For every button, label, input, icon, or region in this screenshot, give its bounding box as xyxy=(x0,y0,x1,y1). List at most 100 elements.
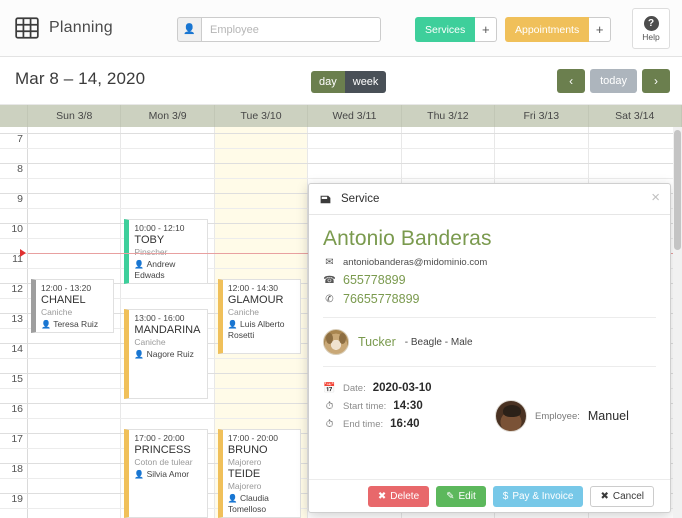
event-pet-breed: Coton de tulear xyxy=(134,457,193,467)
service-icon xyxy=(319,193,332,206)
event-pet-name: TOBY xyxy=(134,234,165,246)
event-pet-breed: Caniche xyxy=(227,307,260,317)
appointments-button[interactable]: Appointments xyxy=(505,17,590,42)
start-time-label: Start time: xyxy=(343,400,387,412)
nav-group: ‹ today › xyxy=(557,69,670,93)
hour-label-7: 7 xyxy=(17,133,23,145)
time-gutter-header xyxy=(0,105,28,127)
user-icon: 👤 xyxy=(41,320,54,329)
popup-footer: ✖ Delete ✎ Edit $ Pay & Invoice ✖ Cancel xyxy=(309,479,670,512)
day-header-6[interactable]: Sat 3/14 xyxy=(589,105,682,127)
button-label: Cancel xyxy=(612,490,644,502)
dog-avatar-icon xyxy=(323,329,349,355)
calendar-event[interactable]: 10:00 - 12:10 TOBY Pinscher 👤 Andrew Edwads xyxy=(124,219,208,284)
today-button[interactable]: today xyxy=(590,69,637,93)
hour-label-8: 8 xyxy=(17,163,23,175)
popup-title: Service xyxy=(341,193,380,205)
employee-avatar xyxy=(495,400,527,432)
hour-label-13: 13 xyxy=(11,313,23,325)
tab-day-view[interactable]: day xyxy=(311,71,345,93)
close-icon[interactable]: × xyxy=(651,190,660,205)
user-icon: 👤 xyxy=(227,320,241,329)
calendar-event[interactable]: 12:00 - 14:30 GLAMOUR Caniche 👤 Luis Albert… xyxy=(217,279,302,354)
customer-email: antoniobanderas@midominio.com xyxy=(343,257,488,268)
add-service-button[interactable]: + xyxy=(475,17,498,42)
button-label: Delete xyxy=(390,490,420,502)
employee-label: Employee: xyxy=(535,410,580,422)
phone-icon: ☎ xyxy=(323,274,336,286)
cancel-button[interactable]: ✖ Cancel xyxy=(590,485,654,507)
scrollbar-thumb[interactable] xyxy=(674,130,681,250)
grid-line xyxy=(0,163,682,164)
delete-button[interactable]: ✖ Delete xyxy=(367,485,430,507)
event-pet-name: MANDARINA xyxy=(134,324,201,336)
event-time: 17:00 - 20:00 xyxy=(134,433,185,443)
employee-input[interactable] xyxy=(201,17,381,42)
tab-week-view[interactable]: week xyxy=(344,71,387,93)
button-icon: $ xyxy=(502,490,509,502)
customer-phone-row: ☎ 655778899 xyxy=(323,273,656,287)
services-button[interactable]: Services xyxy=(415,17,476,42)
end-time-label: End time: xyxy=(343,418,384,430)
top-bar: Planning 👤 Services + Appointments + ? H… xyxy=(0,0,682,57)
event-pet-breed-2: Majorero xyxy=(227,481,262,491)
button-label: Edit xyxy=(458,490,476,502)
event-pet-breed: Majorero xyxy=(227,457,262,467)
day-header-0[interactable]: Sun 3/8 xyxy=(28,105,122,127)
event-pet-name: BRUNO xyxy=(227,444,268,456)
divider-bottom xyxy=(323,366,656,367)
hour-label-14: 14 xyxy=(11,343,23,355)
question-mark-icon: ? xyxy=(643,15,659,31)
calendar-icon: 📅 xyxy=(323,382,336,394)
grid-icon xyxy=(14,15,40,41)
whatsapp-icon: ✆ xyxy=(325,293,334,305)
clock-icon: ⏱ xyxy=(325,400,334,412)
button-icon: ✖ xyxy=(377,490,387,502)
day-header-3[interactable]: Wed 3/11 xyxy=(308,105,402,127)
clock-icon: ⏱ xyxy=(325,418,334,430)
user-icon: 👤 xyxy=(177,17,201,42)
event-employee: 👤 Silvia Amor xyxy=(134,469,190,479)
prev-week-button[interactable]: ‹ xyxy=(557,69,586,93)
appointment-details: 📅 Date: 2020-03-10 ⏱ Start time: 14:30 ⏱… xyxy=(323,382,656,436)
employee-value: Manuel xyxy=(587,409,629,423)
day-header-1[interactable]: Mon 3/9 xyxy=(121,105,215,127)
end-time-row: ⏱ End time: 16:40 xyxy=(323,418,495,430)
next-week-button[interactable]: › xyxy=(642,69,670,93)
help-button[interactable]: ? Help xyxy=(632,8,670,49)
calendar-event[interactable]: 12:00 - 13:20 CHANEL Caniche 👤 Teresa Ruiz xyxy=(31,279,115,333)
hour-label-19: 19 xyxy=(11,493,23,505)
pay-invoice-button[interactable]: $ Pay & Invoice xyxy=(492,485,584,507)
date-bar: Mar 8 – 14, 2020 day week ‹ today › xyxy=(0,57,682,105)
event-pet-name: CHANEL xyxy=(41,294,86,306)
event-employee: 👤 Claudia Tomelloso xyxy=(227,493,269,514)
brand: Planning xyxy=(14,15,113,41)
hour-label-12: 12 xyxy=(11,283,23,295)
day-header-5[interactable]: Fri 3/13 xyxy=(495,105,589,127)
calendar-event[interactable]: 13:00 - 16:00 MANDARINA Caniche 👤 Nagore Ru… xyxy=(124,309,208,399)
pet-row: Tucker - Beagle - Male xyxy=(323,329,656,355)
current-time-marker xyxy=(20,249,26,257)
employee-block: Employee: Manuel xyxy=(495,382,629,436)
add-appointment-button[interactable]: + xyxy=(589,17,612,42)
employee-filter: 👤 xyxy=(177,17,381,42)
date-range-title: Mar 8 – 14, 2020 xyxy=(15,69,146,88)
customer-name: Antonio Banderas xyxy=(323,227,492,250)
customer-whatsapp[interactable]: 76655778899 xyxy=(343,292,419,306)
customer-phone[interactable]: 655778899 xyxy=(343,273,406,287)
user-icon: 👤 xyxy=(227,494,241,503)
details-left: 📅 Date: 2020-03-10 ⏱ Start time: 14:30 ⏱… xyxy=(323,382,495,436)
hour-label-18: 18 xyxy=(11,463,23,475)
button-label: Pay & Invoice xyxy=(512,490,574,502)
services-button-group: Services + xyxy=(415,17,498,42)
grid-line xyxy=(0,148,682,149)
calendar-event[interactable]: 17:00 - 20:00 PRINCESS Coton de tulear 👤 Si… xyxy=(124,429,208,518)
calendar-event[interactable]: 17:00 - 20:00 BRUNO Majorero TEIDE Majorero 👤… xyxy=(217,429,302,518)
date-label: Date: xyxy=(343,382,366,394)
hour-label-16: 16 xyxy=(11,403,23,415)
day-header-4[interactable]: Thu 3/12 xyxy=(402,105,496,127)
event-pet-name: PRINCESS xyxy=(134,444,191,456)
day-header-2[interactable]: Tue 3/10 xyxy=(215,105,309,127)
edit-button[interactable]: ✎ Edit xyxy=(436,485,486,507)
user-icon: 👤 xyxy=(134,260,147,269)
